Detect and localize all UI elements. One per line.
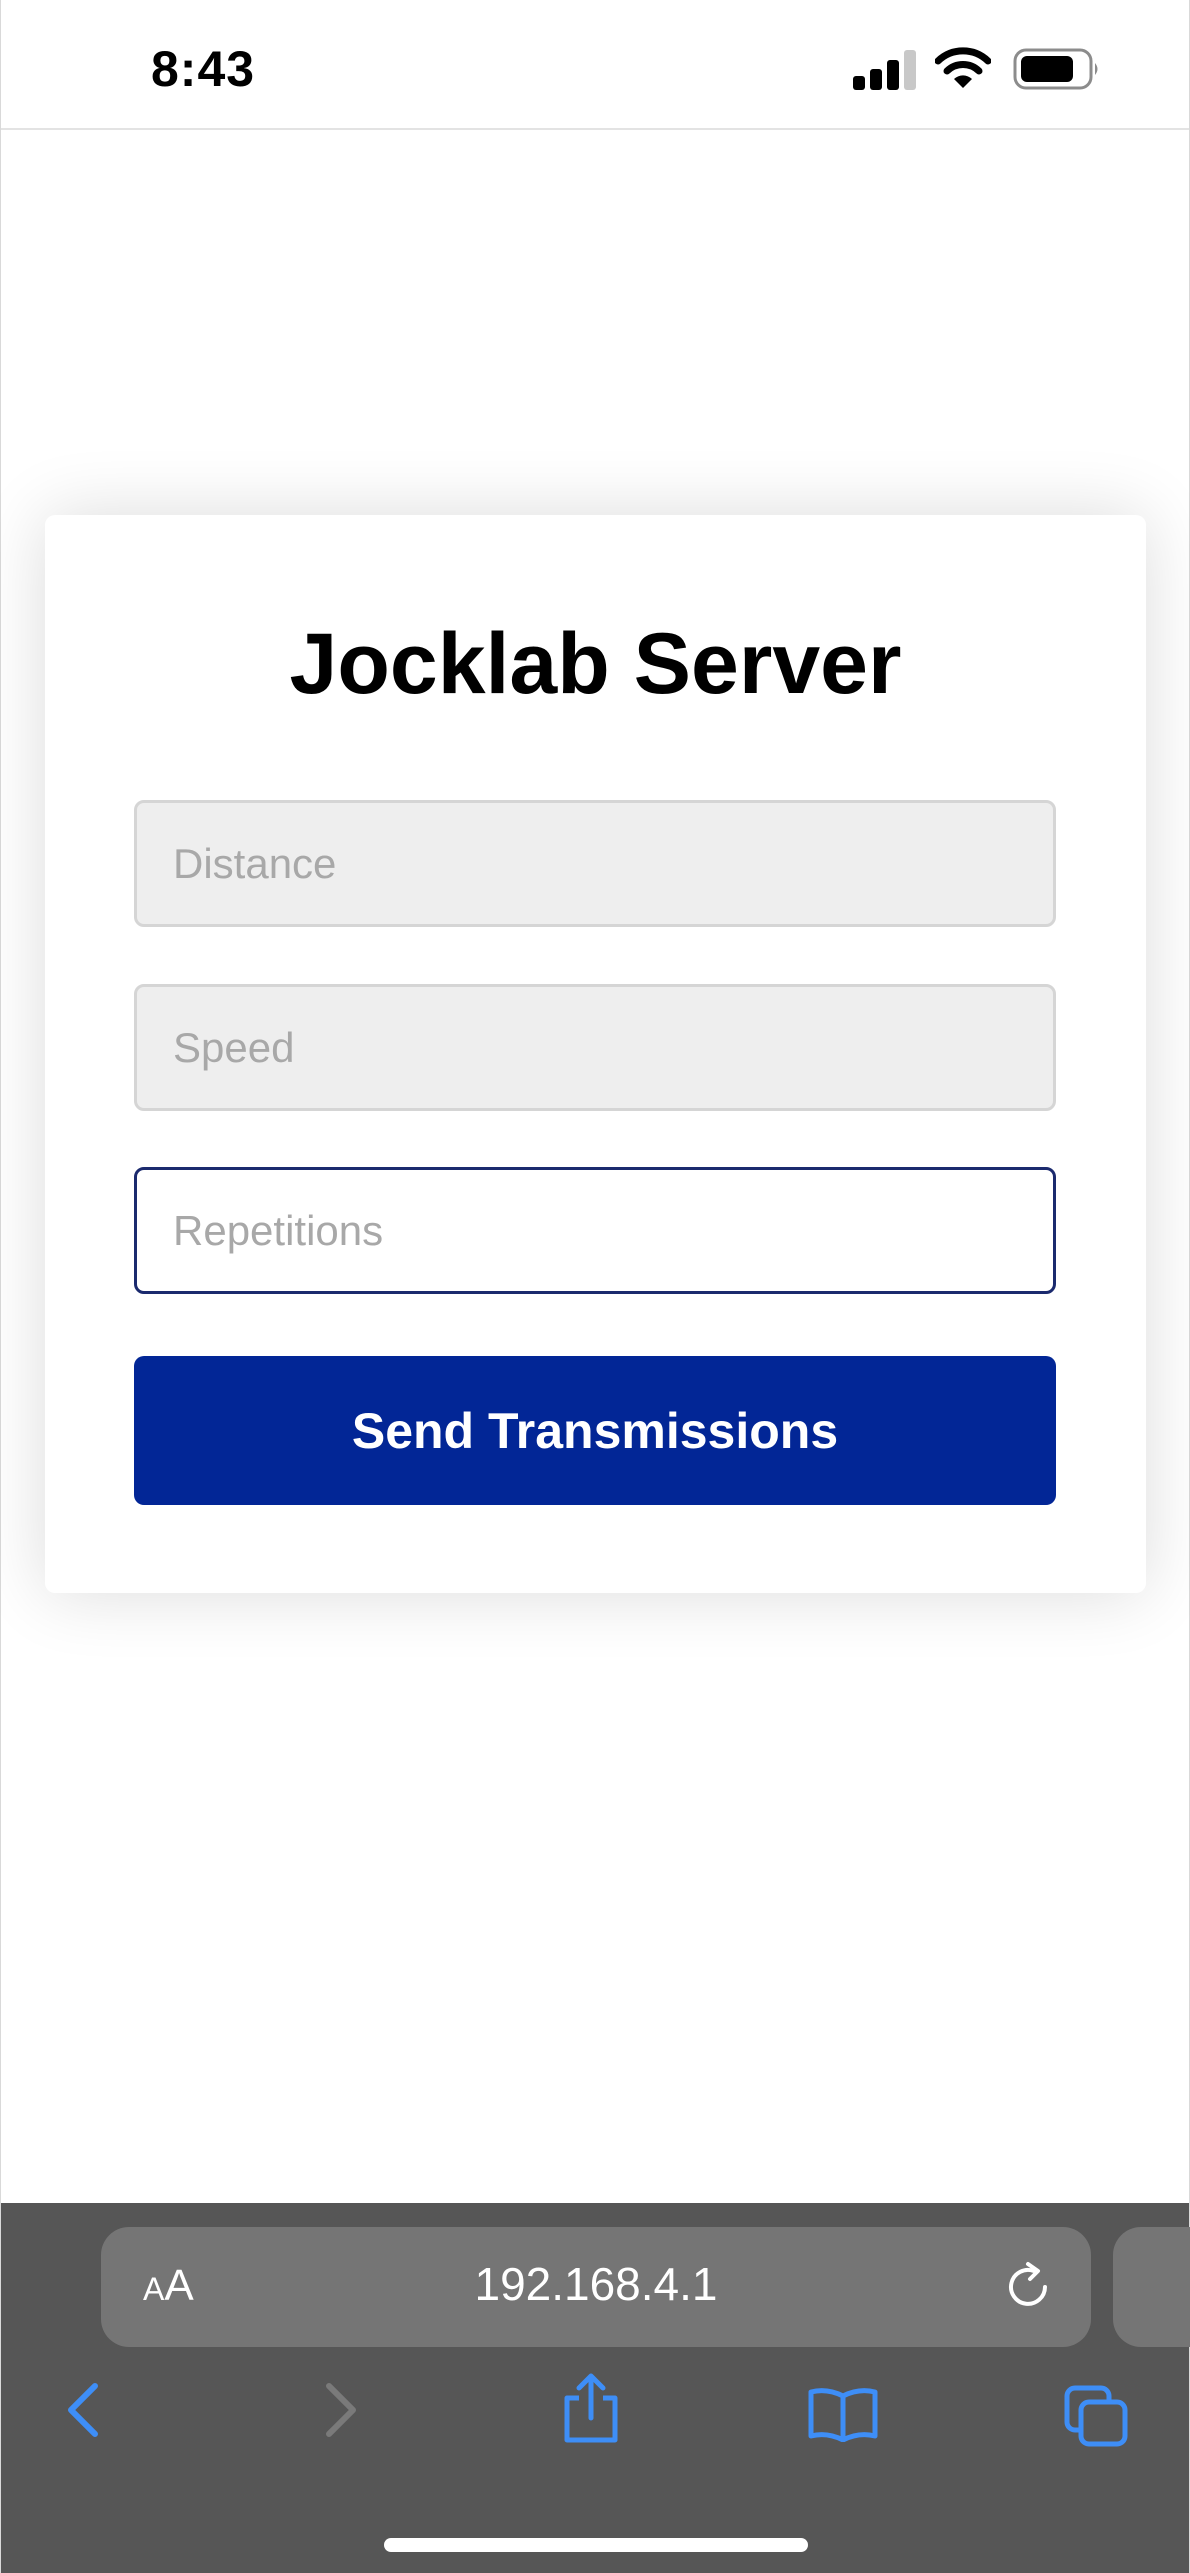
distance-input[interactable] — [134, 800, 1056, 927]
server-card: Jocklab Server Send Transmissions — [45, 515, 1146, 1593]
status-time: 8:43 — [151, 41, 256, 97]
forward-icon[interactable] — [319, 2380, 363, 2440]
phone-screen: 8:43 Jocklab Server Send — [0, 0, 1190, 2573]
address-bar[interactable]: AA 192.168.4.1 — [101, 2227, 1091, 2347]
cellular-signal-icon — [853, 48, 917, 90]
reload-icon[interactable] — [1001, 2260, 1055, 2314]
send-transmissions-button[interactable]: Send Transmissions — [134, 1356, 1056, 1505]
tabs-icon[interactable] — [1063, 2384, 1129, 2448]
bookmarks-icon[interactable] — [807, 2386, 879, 2442]
speed-input[interactable] — [134, 984, 1056, 1111]
wifi-icon — [935, 47, 991, 88]
repetitions-input[interactable] — [134, 1167, 1056, 1294]
url-text: 192.168.4.1 — [474, 2258, 718, 2310]
home-indicator[interactable] — [384, 2538, 808, 2552]
next-tab-preview[interactable] — [1113, 2227, 1190, 2347]
status-bar: 8:43 — [1, 0, 1189, 130]
battery-icon — [1013, 48, 1098, 90]
page-title: Jocklab Server — [289, 616, 902, 712]
back-icon[interactable] — [61, 2380, 105, 2440]
share-icon[interactable] — [559, 2372, 623, 2444]
